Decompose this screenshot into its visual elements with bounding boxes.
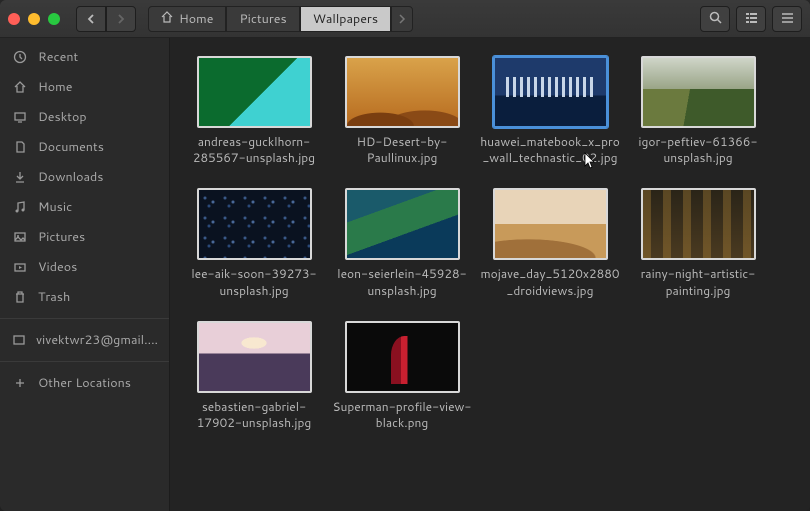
breadcrumb-pictures[interactable]: Pictures <box>226 6 299 32</box>
file-item[interactable]: HD-Desert-by-Paullinux.jpg <box>332 56 472 166</box>
breadcrumb-overflow[interactable] <box>391 6 413 32</box>
file-name: Superman-profile-view-black.png <box>332 399 472 431</box>
file-thumbnail <box>197 321 312 393</box>
file-item[interactable]: igor-peftiev-61366-unsplash.jpg <box>628 56 768 166</box>
view-mode-button[interactable] <box>736 6 766 32</box>
search-icon <box>709 9 722 29</box>
file-thumbnail <box>345 188 460 260</box>
file-manager-window: Home Pictures Wallpapers <box>0 0 810 511</box>
sidebar-item-label: Videos <box>38 258 77 276</box>
music-icon <box>12 200 28 214</box>
file-item[interactable]: lee-aik-soon-39273-unsplash.jpg <box>184 188 324 298</box>
home-icon <box>161 10 173 28</box>
file-item[interactable]: andreas-gucklhorn-285567-unsplash.jpg <box>184 56 324 166</box>
sidebar-item-pictures[interactable]: Pictures <box>0 222 169 252</box>
picture-icon <box>12 230 28 244</box>
file-name: leon-seierlein-45928-unsplash.jpg <box>332 266 472 298</box>
sidebar: Recent Home Desktop Documents Downloads Music… <box>0 38 170 511</box>
toolbar-right <box>700 6 802 32</box>
nav-buttons <box>76 6 136 32</box>
sidebar-item-trash[interactable]: Trash <box>0 282 169 312</box>
sidebar-item-music[interactable]: Music <box>0 192 169 222</box>
mail-icon <box>12 333 26 347</box>
file-grid: andreas-gucklhorn-285567-unsplash.jpgHD-… <box>184 56 796 431</box>
sidebar-item-label: vivektwr23@gmail.... <box>36 331 158 349</box>
sidebar-item-vivektwr23-gmail-[interactable]: vivektwr23@gmail.... <box>0 325 169 355</box>
file-thumbnail <box>197 188 312 260</box>
file-item[interactable]: mojave_day_5120x2880_droidviews.jpg <box>480 188 620 298</box>
file-name: rainy-night-artistic-painting.jpg <box>628 266 768 298</box>
doc-icon <box>12 140 28 154</box>
file-thumbnail <box>345 321 460 393</box>
file-thumbnail <box>493 56 608 128</box>
sidebar-item-desktop[interactable]: Desktop <box>0 102 169 132</box>
content-area[interactable]: andreas-gucklhorn-285567-unsplash.jpgHD-… <box>170 38 810 511</box>
sidebar-item-label: Home <box>38 78 72 96</box>
sidebar-item-label: Downloads <box>38 168 103 186</box>
forward-button[interactable] <box>106 6 136 32</box>
file-thumbnail <box>197 56 312 128</box>
sidebar-item-downloads[interactable]: Downloads <box>0 162 169 192</box>
file-name: HD-Desert-by-Paullinux.jpg <box>332 134 472 166</box>
breadcrumb-home[interactable]: Home <box>148 6 226 32</box>
file-item[interactable]: rainy-night-artistic-painting.jpg <box>628 188 768 298</box>
titlebar: Home Pictures Wallpapers <box>0 0 810 38</box>
desktop-icon <box>12 110 28 124</box>
sidebar-separator <box>0 318 169 319</box>
file-name: huawei_matebook_x_pro_wall_technastic_02… <box>480 134 620 166</box>
home-icon <box>12 80 28 94</box>
file-thumbnail <box>345 56 460 128</box>
sidebar-item-recent[interactable]: Recent <box>0 42 169 72</box>
file-name: andreas-gucklhorn-285567-unsplash.jpg <box>184 134 324 166</box>
body: Recent Home Desktop Documents Downloads Music… <box>0 38 810 511</box>
file-thumbnail <box>493 188 608 260</box>
list-view-icon <box>745 9 758 29</box>
file-name: igor-peftiev-61366-unsplash.jpg <box>628 134 768 166</box>
file-item[interactable]: huawei_matebook_x_pro_wall_technastic_02… <box>480 56 620 166</box>
sidebar-item-home[interactable]: Home <box>0 72 169 102</box>
sidebar-item-videos[interactable]: Videos <box>0 252 169 282</box>
download-icon <box>12 170 28 184</box>
sidebar-item-label: Music <box>38 198 72 216</box>
sidebar-separator <box>0 361 169 362</box>
sidebar-item-label: Pictures <box>38 228 85 246</box>
menu-icon <box>781 9 794 29</box>
file-name: sebastien-gabriel-17902-unsplash.jpg <box>184 399 324 431</box>
sidebar-item-other-locations[interactable]: Other Locations <box>0 368 169 398</box>
sidebar-item-label: Recent <box>38 48 78 66</box>
sidebar-item-label: Other Locations <box>38 374 131 392</box>
file-thumbnail <box>641 56 756 128</box>
back-button[interactable] <box>76 6 106 32</box>
sidebar-item-documents[interactable]: Documents <box>0 132 169 162</box>
breadcrumb: Home Pictures Wallpapers <box>148 6 694 32</box>
file-item[interactable]: leon-seierlein-45928-unsplash.jpg <box>332 188 472 298</box>
file-name: mojave_day_5120x2880_droidviews.jpg <box>480 266 620 298</box>
minimize-window-button[interactable] <box>28 13 40 25</box>
video-icon <box>12 260 28 274</box>
window-controls <box>8 13 60 25</box>
search-button[interactable] <box>700 6 730 32</box>
maximize-window-button[interactable] <box>48 13 60 25</box>
plus-icon <box>12 376 28 390</box>
sidebar-item-label: Trash <box>38 288 70 306</box>
breadcrumb-label: Home <box>179 10 213 28</box>
file-thumbnail <box>641 188 756 260</box>
breadcrumb-label: Pictures <box>239 10 286 28</box>
file-name: lee-aik-soon-39273-unsplash.jpg <box>184 266 324 298</box>
breadcrumb-current[interactable]: Wallpapers <box>300 6 391 32</box>
trash-icon <box>12 290 28 304</box>
sidebar-item-label: Desktop <box>38 108 87 126</box>
hamburger-menu-button[interactable] <box>772 6 802 32</box>
sidebar-item-label: Documents <box>38 138 104 156</box>
breadcrumb-label: Wallpapers <box>313 10 378 28</box>
file-item[interactable]: Superman-profile-view-black.png <box>332 321 472 431</box>
close-window-button[interactable] <box>8 13 20 25</box>
file-item[interactable]: sebastien-gabriel-17902-unsplash.jpg <box>184 321 324 431</box>
clock-icon <box>12 50 28 64</box>
